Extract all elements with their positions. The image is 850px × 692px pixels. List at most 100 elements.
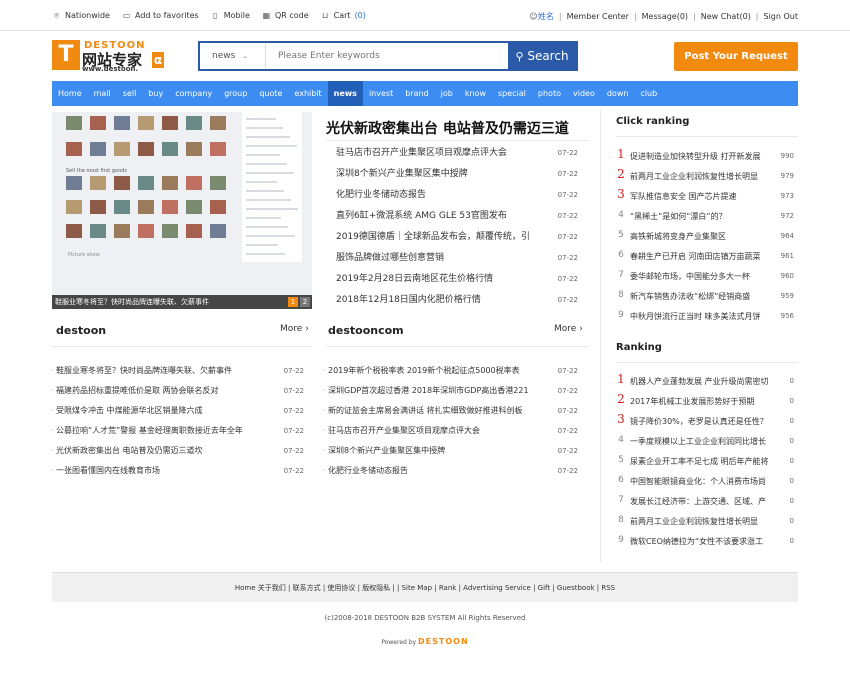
panel-line <box>246 190 284 192</box>
search-module-select[interactable]: news ⌄ <box>200 43 266 69</box>
news-date: 07-22 <box>557 170 578 178</box>
panel-line <box>246 154 280 156</box>
ranking-item[interactable]: 9 微软CEO纳德拉为“女性不该要求涨工 0 <box>616 535 796 555</box>
list-item[interactable]: · 福建药品招标重提唯低价是取 两协会联名反对 07-22 <box>50 385 304 405</box>
list-item[interactable]: · 深圳GDP首次超过香港 2018年深圳市GDP高出香港221 07-22 <box>322 385 578 405</box>
nav-item-group[interactable]: group <box>218 81 253 106</box>
ranking-item[interactable]: 6 春耕生产已开启 河南田店镇万亩蔬菜 961 <box>616 250 796 270</box>
footer-links[interactable]: Home 关于我们 | 联系方式 | 使用协议 | 版权隐私 | | Site … <box>52 572 798 602</box>
nav-item-photo[interactable]: photo <box>532 81 567 106</box>
nationwide-link[interactable]: ⌾ Nationwide <box>52 11 110 20</box>
nav-item-down[interactable]: down <box>601 81 635 106</box>
list-item[interactable]: · 2019年新个税税率表 2019新个税起征点5000税率表 07-22 <box>322 365 578 385</box>
news-item[interactable]: 深圳8个新兴产业集聚区集中授牌 07-22 <box>326 167 578 188</box>
ranking-item[interactable]: 4 一季度规模以上工业企业利润同比增长 0 <box>616 435 796 455</box>
ranking-item[interactable]: 3 军队推信息安全 国产芯片提速 973 <box>616 188 796 210</box>
ranking-item[interactable]: 6 中国智能眼镜商业化：个人消费市场尚 0 <box>616 475 796 495</box>
nav-item-news[interactable]: news <box>327 81 363 106</box>
nav-item-club[interactable]: club <box>634 81 663 106</box>
add-favorites-link[interactable]: ▭ Add to favorites <box>122 11 199 20</box>
nav-item-job[interactable]: job <box>435 81 459 106</box>
nav-item-company[interactable]: company <box>169 81 218 106</box>
news-item[interactable]: 驻马店市召开产业集聚区项目观摩点评大会 07-22 <box>326 146 578 167</box>
list-item[interactable]: · 化肥行业冬储动态报告 07-22 <box>322 465 578 485</box>
ranking-item[interactable]: 1 促进制造业加快转型升级 打开新发展 990 <box>616 147 796 170</box>
list-item[interactable]: · 受限煤令冲击 中煤能源华北区销量降六成 07-22 <box>50 405 304 425</box>
nav-item-brand[interactable]: brand <box>399 81 434 106</box>
news-item[interactable]: 2019年2月28日云南地区花生价格行情 07-22 <box>326 272 578 293</box>
user-name-link[interactable]: 姓名 <box>538 11 554 22</box>
search-button[interactable]: ⚲ Search <box>508 43 576 69</box>
ranking-item[interactable]: 7 委华邮轮市场，中国能分多大一杯 960 <box>616 270 796 290</box>
nav-item-buy[interactable]: buy <box>142 81 169 106</box>
list-item[interactable]: · 鞋服业寒冬将至？快时尚品牌连曝失联、欠薪事件 07-22 <box>50 365 304 385</box>
rank-number: 5 <box>618 230 624 240</box>
news-date: 07-22 <box>557 275 578 283</box>
ranking-item[interactable]: 2 2017年机械工业发展形势好于预期 0 <box>616 393 796 415</box>
news-date: 07-22 <box>557 191 578 199</box>
ranking-item[interactable]: 3 镜子降价30%，老罗是认真还是任性？ 0 <box>616 413 796 435</box>
rank-title: 镜子降价30%，老罗是认真还是任性？ <box>630 417 768 426</box>
block-destoon-more[interactable]: More › <box>280 324 309 334</box>
new-chat-link[interactable]: New Chat(0) <box>701 12 751 21</box>
ranking-list: 1 机器人产业蓬勃发展 产业升级尚需密切 0 2 2017年机械工业发展形势好于预期 0 3… <box>616 373 796 555</box>
slideshow[interactable]: Sell the most first goods Picture show 鞋… <box>52 112 312 309</box>
nav-item-mall[interactable]: mall <box>88 81 117 106</box>
list-item-date: 07-22 <box>557 387 578 395</box>
post-request-button[interactable]: Post Your Request <box>674 42 798 71</box>
list-item[interactable]: · 深圳8个新兴产业集聚区集中授牌 07-22 <box>322 445 578 465</box>
product-thumbnail <box>90 142 106 156</box>
nav-item-know[interactable]: know <box>459 81 492 106</box>
list-item[interactable]: · 驻马店市召开产业集聚区项目观摩点评大会 07-22 <box>322 425 578 445</box>
list-item[interactable]: · 光伏新政密集出台 电站普及仍需迈三道坎 07-22 <box>50 445 304 465</box>
list-item[interactable]: · 一张图看懂国内在线教育市场 07-22 <box>50 465 304 485</box>
member-center-link[interactable]: Member Center <box>567 12 629 21</box>
search-input[interactable] <box>266 43 510 69</box>
rank-title: 前两月工业企业利润恢复性增长明显 <box>630 517 758 526</box>
news-item[interactable]: 直列6缸+微混系统 AMG GLE 53官图发布 07-22 <box>326 209 578 230</box>
ranking-item[interactable]: 2 前两月工业企业利润恢复性增长明显 979 <box>616 168 796 190</box>
nav-item-quote[interactable]: quote <box>253 81 288 106</box>
ranking-item[interactable]: 1 机器人产业蓬勃发展 产业升级尚需密切 0 <box>616 373 796 395</box>
ranking-item[interactable]: 8 新汽车销售办法收“松绑”经销商盛 959 <box>616 290 796 310</box>
nav-item-video[interactable]: video <box>567 81 601 106</box>
list-item-title: 化肥行业冬储动态报告 <box>328 466 408 475</box>
block-destooncom-more[interactable]: More › <box>554 324 583 334</box>
list-item[interactable]: · 公募拉响“人才荒”警报 基金经理离职数接近去年全年 07-22 <box>50 425 304 445</box>
slide-dot-1[interactable]: 1 <box>288 297 298 307</box>
slide-caption[interactable]: 鞋服业寒冬将至？快时尚品牌连曝失联、欠薪事件 <box>52 295 312 309</box>
rank-number: 1 <box>617 147 625 161</box>
site-logo[interactable]: T DESTOON 网站专家 www.destoon. α <box>52 40 164 73</box>
powered-by-brand[interactable]: DESTOON <box>418 637 469 646</box>
ranking-item[interactable]: 7 发展长江经济带：上游交通、区域、产 0 <box>616 495 796 515</box>
nav-item-special[interactable]: special <box>492 81 532 106</box>
cart-label: Cart <box>333 11 351 20</box>
news-item[interactable]: 2019德国德盾｜全球新品发布会，颠覆传统，引 07-22 <box>326 230 578 251</box>
ranking-item[interactable]: 9 中秋月饼流行正当时 味多美法式月饼 956 <box>616 310 796 330</box>
product-thumbnail <box>162 200 178 214</box>
headline[interactable]: 光伏新政密集出台 电站普及仍需迈三道 <box>326 118 588 138</box>
qr-code-link[interactable]: ▦ QR code <box>262 11 309 20</box>
cart-link[interactable]: ⊔ Cart (0) <box>321 11 366 20</box>
news-item[interactable]: 服饰品牌做过哪些创意营销 07-22 <box>326 251 578 272</box>
bullet-icon: · <box>50 466 53 475</box>
message-link[interactable]: Message(0) <box>642 12 688 21</box>
mobile-link[interactable]: ▯ Mobile <box>211 11 250 20</box>
nav-item-home[interactable]: Home <box>52 81 88 106</box>
sign-out-link[interactable]: Sign Out <box>764 12 799 21</box>
rank-title: 2017年机械工业发展形势好于预期 <box>630 397 755 406</box>
news-item[interactable]: 2018年12月18日国内化肥价格行情 07-22 <box>326 293 578 314</box>
news-item[interactable]: 化肥行业冬储动态报告 07-22 <box>326 188 578 209</box>
nav-item-sell[interactable]: sell <box>117 81 143 106</box>
nav-item-exhibit[interactable]: exhibit <box>288 81 327 106</box>
slide-dot-2[interactable]: 2 <box>300 297 310 307</box>
ranking-item[interactable]: 8 前两月工业企业利润恢复性增长明显 0 <box>616 515 796 535</box>
location-icon: ⌾ <box>54 11 59 20</box>
nav-item-invest[interactable]: invest <box>363 81 399 106</box>
list-item[interactable]: · 新的证监会主席易会满讲话 将扎实细致做好推进科创板 07-22 <box>322 405 578 425</box>
ranking-item[interactable]: 5 尿素企业开工率不足七成 明后年产能将 0 <box>616 455 796 475</box>
product-thumbnail <box>114 200 130 214</box>
rank-count: 964 <box>780 232 794 240</box>
ranking-item[interactable]: 4 “黑稀土”是如何“漂白”的？ 972 <box>616 210 796 230</box>
ranking-item[interactable]: 5 高铁新城将变身产业集聚区 964 <box>616 230 796 250</box>
